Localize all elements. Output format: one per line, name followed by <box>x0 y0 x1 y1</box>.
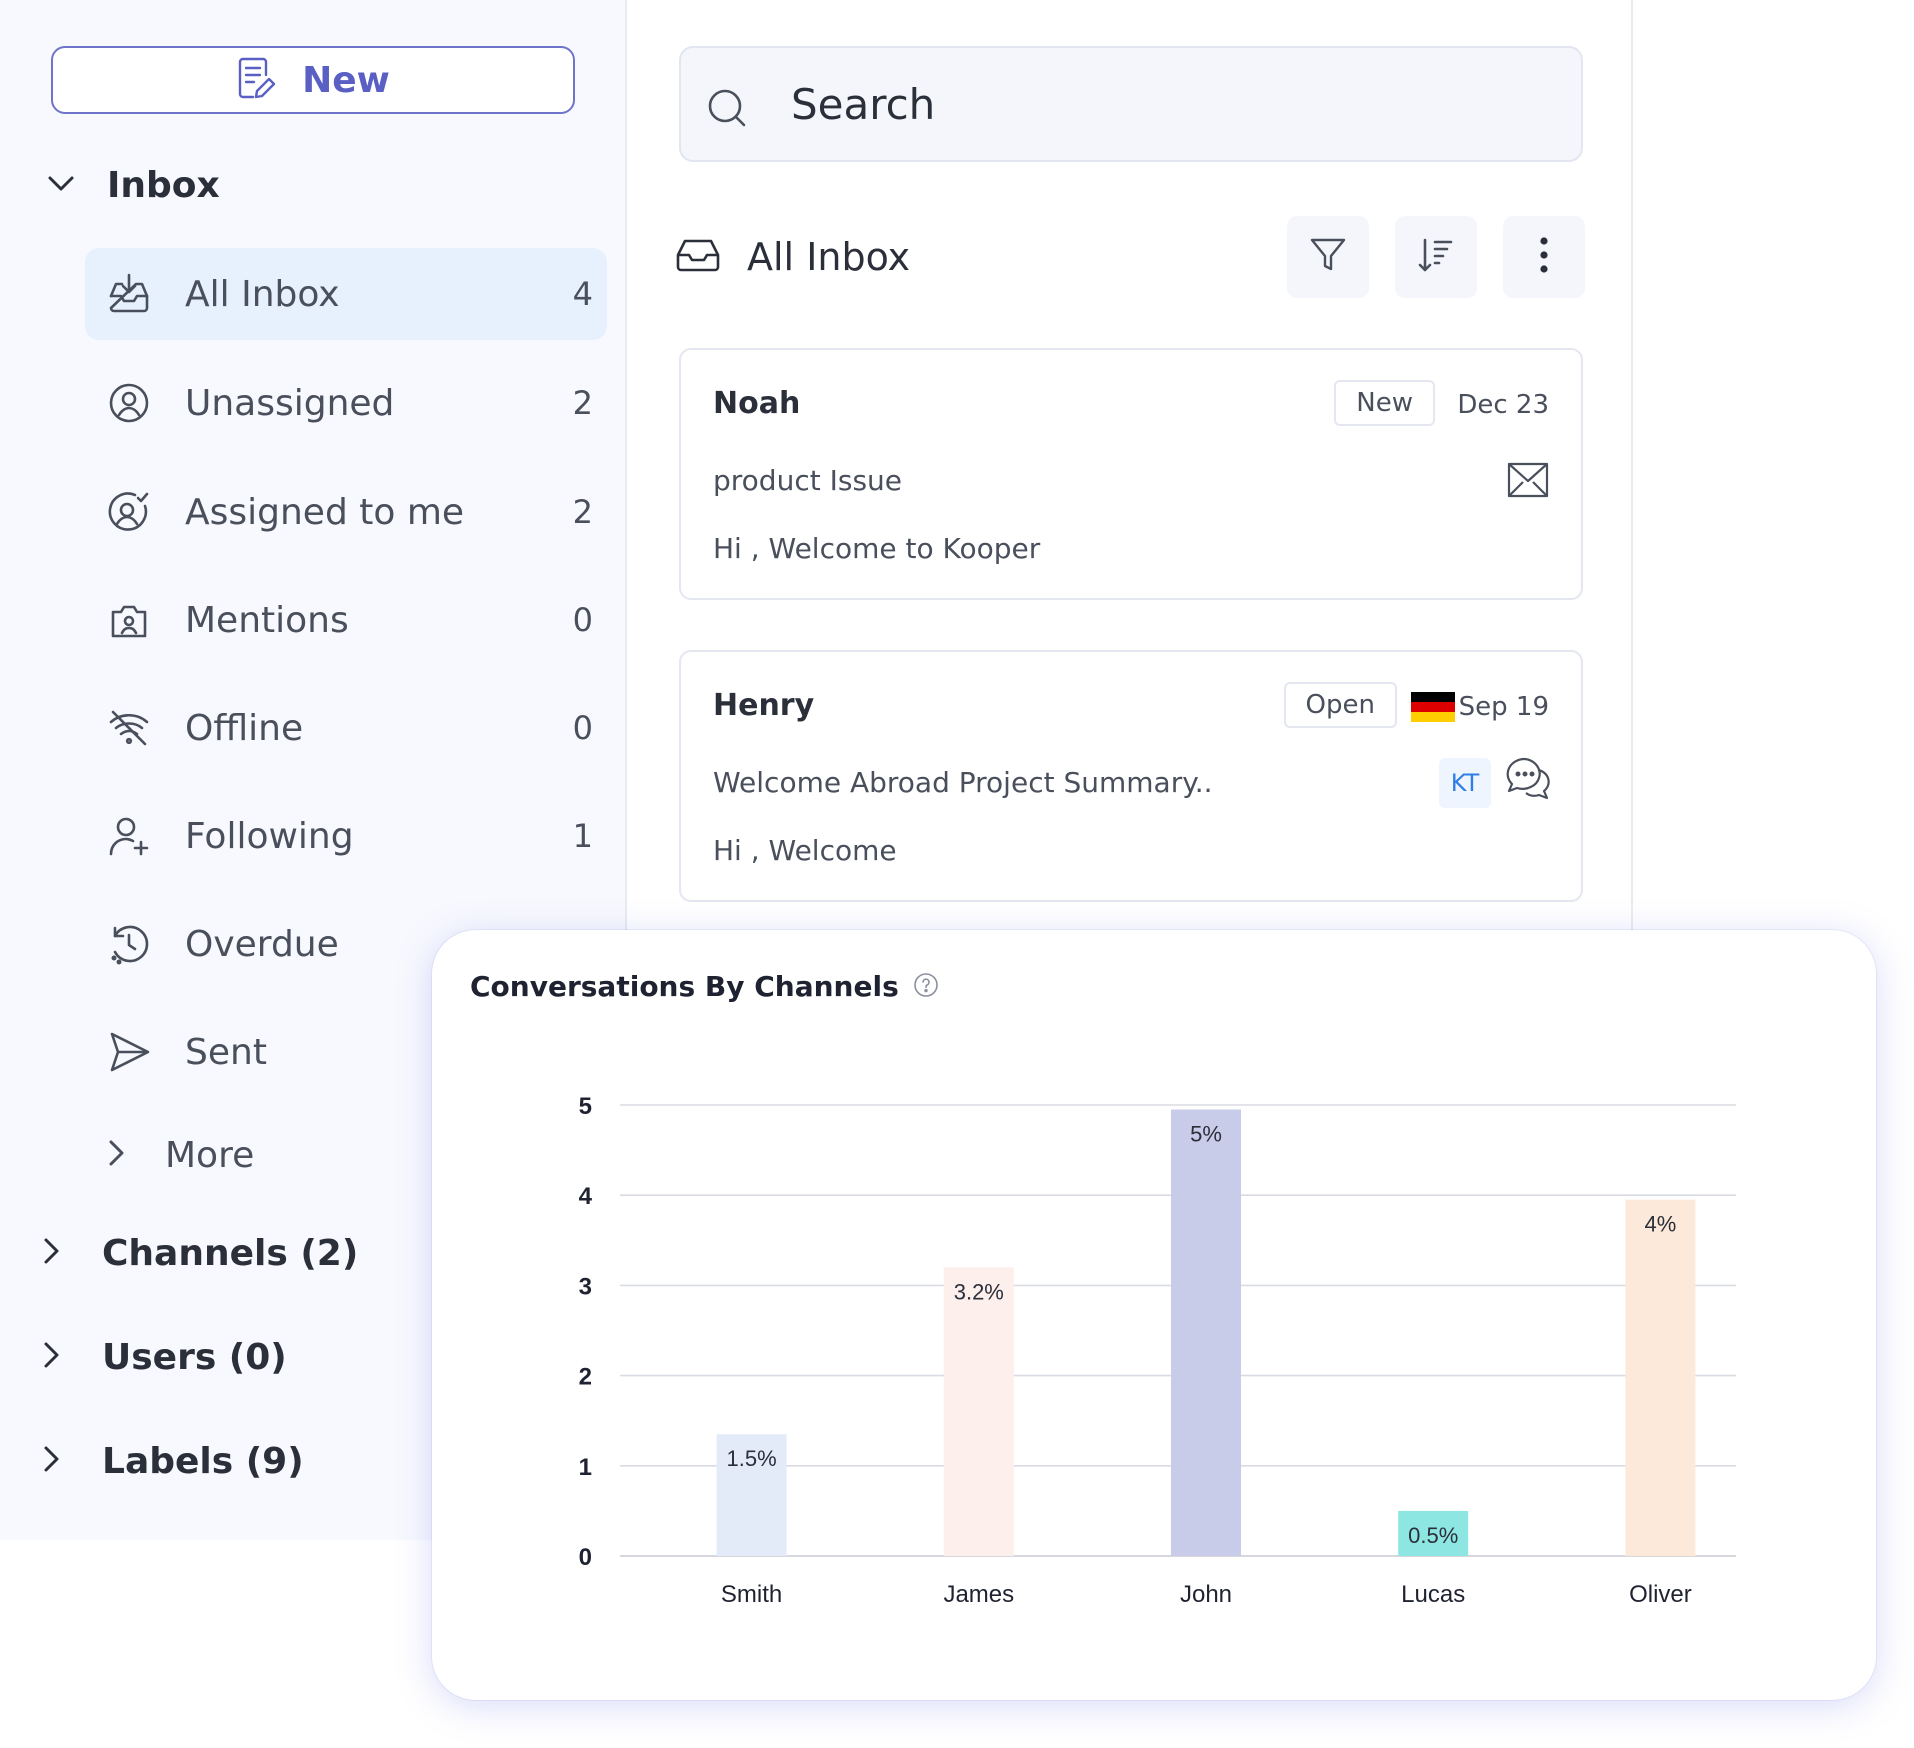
data-label: 3.2% <box>954 1279 1004 1304</box>
chat-bubbles-icon <box>1505 756 1551 806</box>
chevron-down-icon <box>45 167 77 203</box>
sidebar-group-channels[interactable]: Channels (2) <box>40 1218 358 1288</box>
data-label: 5% <box>1190 1122 1222 1147</box>
status-badge: New <box>1334 380 1435 426</box>
conversation-preview: Hi , Welcome to Kooper <box>713 532 1041 565</box>
sidebar-group-label: Labels (9) <box>102 1440 304 1482</box>
y-tick-label: 2 <box>579 1364 592 1391</box>
chart-card: Conversations By Channels 0 1 2 3 4 5 1.5% Smit… <box>432 930 1876 1700</box>
sidebar-item-count: 2 <box>572 493 593 531</box>
x-tick-label: Lucas <box>1401 1581 1465 1608</box>
chevron-right-icon <box>40 1444 62 1478</box>
sidebar-item-label: Assigned to me <box>185 491 465 533</box>
kebab-menu-icon <box>1538 235 1550 279</box>
filter-icon <box>1309 236 1347 278</box>
sidebar-group-users[interactable]: Users (0) <box>40 1322 287 1392</box>
user-circle-icon <box>107 381 151 425</box>
x-tick-label: Smith <box>721 1581 782 1608</box>
sidebar-item-count: 0 <box>572 601 593 639</box>
sidebar-item-count: 1 <box>572 817 593 855</box>
status-badge: Open <box>1283 682 1397 728</box>
sidebar-item-following[interactable]: Following 1 <box>85 790 607 882</box>
more-options-button[interactable] <box>1503 216 1585 298</box>
conversation-card[interactable]: Noah New Dec 23 product Issue Hi , Welco… <box>679 348 1583 600</box>
sidebar-item-label: Following <box>185 815 354 857</box>
list-title: All Inbox <box>747 235 911 279</box>
sort-button[interactable] <box>1395 216 1477 298</box>
y-tick-label: 0 <box>579 1544 592 1571</box>
conversation-preview: Hi , Welcome <box>713 834 897 867</box>
x-tick-label: James <box>943 1581 1014 1608</box>
sidebar-group-labels[interactable]: Labels (9) <box>40 1426 304 1496</box>
sidebar-item-count: 2 <box>572 384 593 422</box>
sidebar-item-count: 4 <box>572 275 593 313</box>
sidebar-more-label: More <box>165 1134 255 1176</box>
assignee-avatar: KT <box>1439 758 1491 808</box>
search-placeholder: Search <box>791 79 936 129</box>
new-button-label: New <box>302 59 390 101</box>
conversation-date: Sep 19 <box>1458 692 1549 722</box>
sidebar-group-label: Channels (2) <box>102 1232 359 1274</box>
inbox-section-label: Inbox <box>107 164 220 206</box>
clock-history-icon <box>107 922 151 966</box>
sidebar-item-count: 0 <box>572 709 593 747</box>
sort-icon <box>1417 236 1455 278</box>
sidebar-group-label: Users (0) <box>102 1336 287 1378</box>
list-header: All Inbox <box>675 222 910 292</box>
wifi-off-icon <box>107 706 151 750</box>
y-tick-label: 5 <box>579 1093 592 1120</box>
user-plus-icon <box>107 814 151 858</box>
sidebar-item-offline[interactable]: Offline 0 <box>85 682 607 774</box>
sidebar-item-label: Sent <box>185 1031 267 1073</box>
user-check-circle-icon <box>107 490 151 534</box>
chevron-right-icon <box>105 1138 127 1172</box>
sidebar-item-label: All Inbox <box>185 273 340 315</box>
sidebar-item-label: Overdue <box>185 923 339 965</box>
new-button[interactable]: New <box>51 46 575 114</box>
inbox-section-toggle[interactable]: Inbox <box>45 155 605 215</box>
chevron-right-icon <box>40 1340 62 1374</box>
contact-name: Noah <box>713 386 801 421</box>
conversation-subject: Welcome Abroad Project Summary.. <box>713 766 1213 799</box>
search-icon <box>707 88 747 132</box>
conversation-subject: product Issue <box>713 464 902 497</box>
bar-john[interactable] <box>1171 1109 1241 1556</box>
conversation-list-panel: Search All Inbox Noah New Dec 23 product… <box>629 0 1633 940</box>
conversation-card[interactable]: Henry Open Sep 19 Welcome Abroad Project… <box>679 650 1583 902</box>
x-tick-label: John <box>1180 1581 1232 1608</box>
sidebar-more-toggle[interactable]: More <box>105 1120 254 1190</box>
bar-chart: 0 1 2 3 4 5 1.5% Smith 3.2% James 5% John 0.5% Lucas 4… <box>579 1093 1736 1608</box>
compose-icon <box>236 55 278 105</box>
sidebar-item-assigned-to-me[interactable]: Assigned to me 2 <box>85 466 607 558</box>
data-label: 4% <box>1645 1212 1677 1237</box>
inbox-tray-icon <box>675 237 721 277</box>
data-label: 1.5% <box>727 1446 777 1471</box>
chevron-right-icon <box>40 1236 62 1270</box>
envelope-icon <box>1507 462 1549 502</box>
y-tick-label: 4 <box>579 1183 593 1210</box>
send-icon <box>107 1030 151 1074</box>
germany-flag-icon <box>1411 692 1455 722</box>
sidebar-item-label: Mentions <box>185 599 349 641</box>
sidebar-item-unassigned[interactable]: Unassigned 2 <box>85 357 607 449</box>
search-input[interactable]: Search <box>679 46 1583 162</box>
data-label: 0.5% <box>1408 1523 1458 1548</box>
bar-oliver[interactable] <box>1625 1199 1696 1556</box>
inbox-download-icon <box>107 272 151 316</box>
y-tick-label: 3 <box>579 1273 592 1300</box>
contact-name: Henry <box>713 688 815 723</box>
conversation-date: Dec 23 <box>1457 390 1549 420</box>
sidebar-item-label: Unassigned <box>185 382 395 424</box>
sidebar-item-all-inbox[interactable]: All Inbox 4 <box>85 248 607 340</box>
sidebar-item-label: Offline <box>185 707 304 749</box>
bar-james[interactable] <box>943 1267 1014 1556</box>
y-tick-label: 1 <box>579 1454 592 1481</box>
filter-button[interactable] <box>1287 216 1369 298</box>
x-tick-label: Oliver <box>1629 1581 1692 1608</box>
sidebar-item-mentions[interactable]: Mentions 0 <box>85 574 607 666</box>
camera-user-icon <box>107 598 151 642</box>
